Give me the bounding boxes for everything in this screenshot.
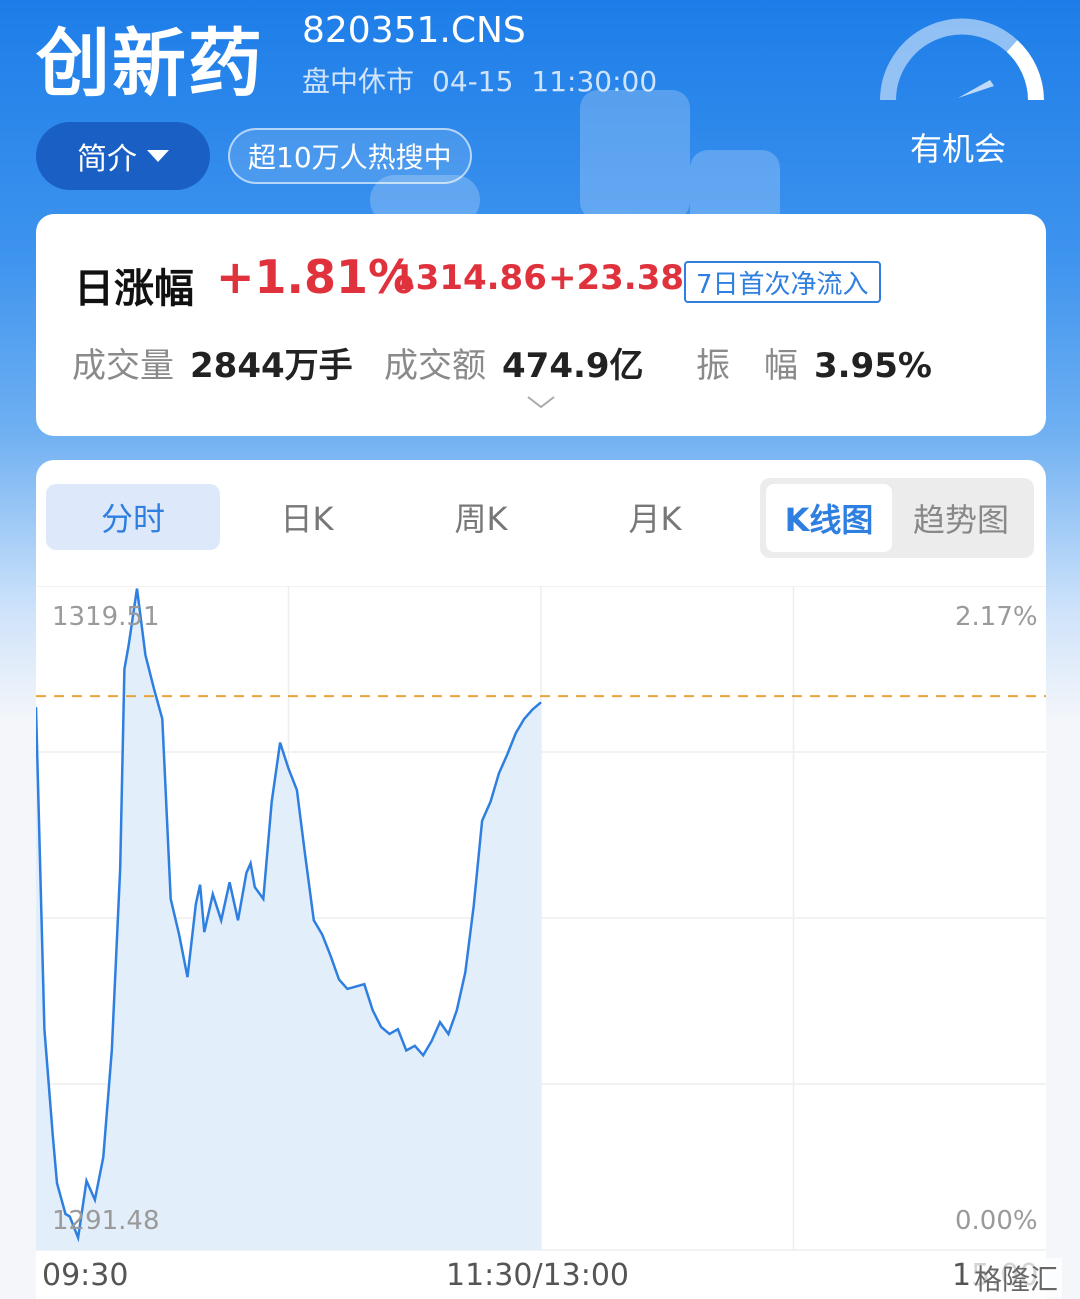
status-time: 11:30:00 (531, 65, 658, 98)
intro-button-label: 简介 (77, 142, 137, 177)
amplitude-value: 3.95% (814, 346, 932, 386)
amplitude-label: 振 幅 (696, 346, 798, 386)
opportunity-label: 有机会 (910, 130, 1007, 168)
toggle-trend[interactable]: 趋势图 (898, 484, 1024, 552)
intro-button[interactable]: 简介 (36, 122, 210, 190)
decor-bottle (580, 90, 690, 220)
y-min-label: 1291.48 (52, 1206, 160, 1236)
caret-down-icon (147, 150, 169, 162)
summary-card: 日涨幅 +1.81% 1314.86 +23.38 7日首次净流入 成交量 284… (36, 214, 1046, 436)
y-max-pct-label: 2.17% (955, 602, 1038, 632)
hot-search-tag[interactable]: 超10万人热搜中 (228, 128, 472, 184)
net-inflow-badge[interactable]: 7日首次净流入 (684, 261, 881, 303)
tab-daily-k[interactable]: 日K (220, 484, 394, 550)
change-amount: +23.38 (548, 258, 685, 298)
change-label: 日涨幅 (74, 266, 194, 312)
change-percent: +1.81% (216, 250, 415, 304)
intraday-chart[interactable] (36, 586, 1046, 1254)
tab-intraday[interactable]: 分时 (46, 484, 220, 550)
turnover-value: 474.9亿 (502, 346, 644, 386)
status-date: 04-15 (432, 65, 514, 98)
toggle-kline[interactable]: K线图 (766, 484, 892, 552)
index-title: 创新药 (36, 21, 264, 107)
market-status: 盘中休市 (302, 65, 415, 98)
current-price: 1314.86 (392, 258, 547, 298)
tab-monthly-k[interactable]: 月K (568, 484, 742, 550)
watermark-logo: 格隆汇 (970, 1258, 1063, 1298)
market-status-line: 盘中休市 04-15 11:30:00 (302, 60, 675, 100)
amplitude-stat: 振 幅 3.95% (696, 338, 932, 387)
y-max-label: 1319.51 (52, 602, 160, 632)
turnover-stat: 成交额 474.9亿 (384, 338, 644, 387)
turnover-label: 成交额 (384, 346, 486, 386)
chart-mode-toggle: K线图 趋势图 (760, 478, 1034, 558)
x-label-open: 09:30 (42, 1258, 129, 1293)
volume-stat: 成交量 2844万手 (72, 338, 353, 387)
expand-chevron-icon[interactable] (526, 394, 556, 410)
volume-label: 成交量 (72, 346, 174, 386)
y-min-pct-label: 0.00% (955, 1206, 1038, 1236)
volume-value: 2844万手 (190, 346, 353, 386)
x-label-midday: 11:30/13:00 (446, 1258, 630, 1293)
tab-weekly-k[interactable]: 周K (394, 484, 568, 550)
opportunity-gauge-icon[interactable] (872, 14, 1052, 114)
index-code: 820351.CNS (302, 10, 526, 51)
